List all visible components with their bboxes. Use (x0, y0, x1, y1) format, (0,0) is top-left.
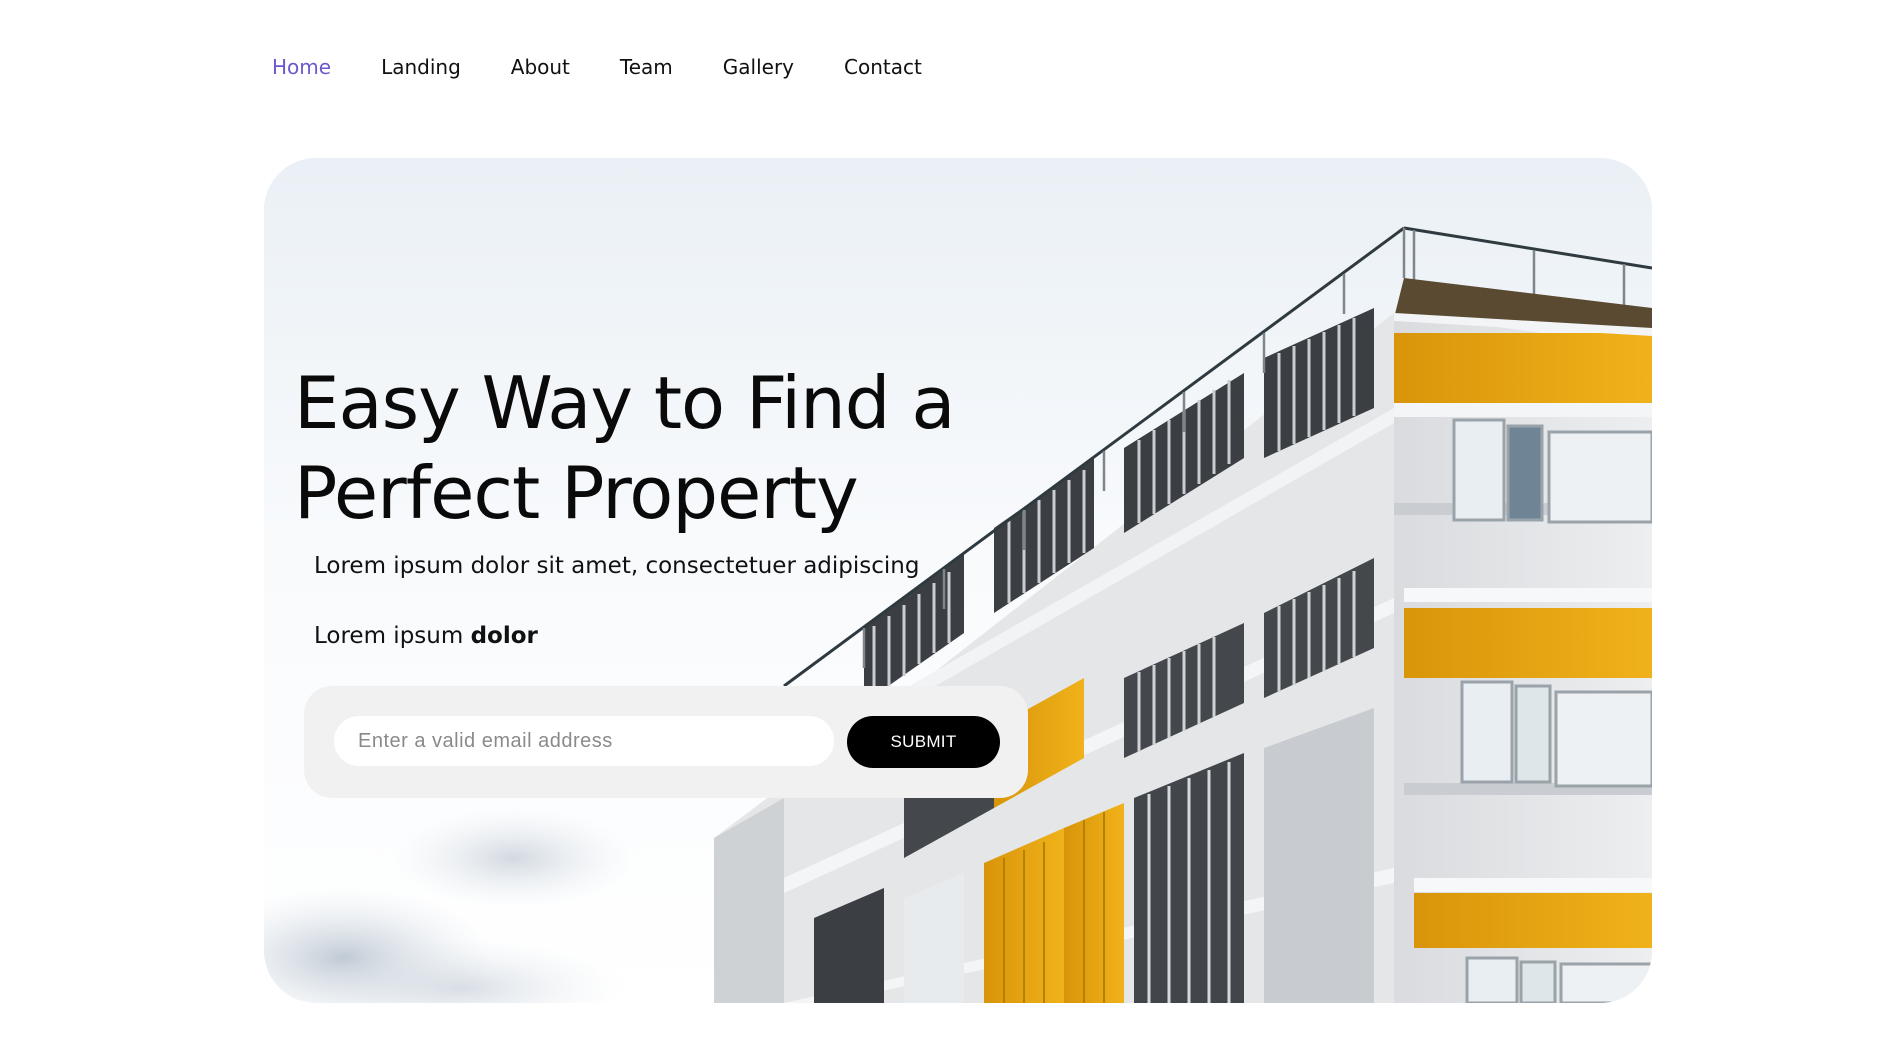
nav-about-link[interactable]: About (511, 50, 570, 84)
subscribe-form: SUBMIT (304, 686, 1028, 798)
hero-title-line-2: Perfect Property (294, 451, 859, 535)
nav-team-link[interactable]: Team (620, 50, 673, 84)
nav-landing-link[interactable]: Landing (381, 50, 461, 84)
hero-title-line-1: Easy Way to Find a (294, 361, 956, 445)
nav-home-link[interactable]: Home (272, 50, 331, 84)
hero-title: Easy Way to Find a Perfect Property (294, 358, 1054, 538)
hero-tagline-bold: dolor (470, 623, 538, 649)
submit-button[interactable]: SUBMIT (847, 716, 1000, 768)
hero-tagline-prefix: Lorem ipsum (314, 623, 471, 649)
hero-subtitle: Lorem ipsum dolor sit amet, consectetuer… (314, 553, 920, 579)
hero-tagline: Lorem ipsum dolor (314, 623, 538, 649)
hero-card: Easy Way to Find a Perfect Property Lore… (264, 158, 1652, 1003)
main-nav: Home Landing About Team Gallery Contact (272, 50, 972, 84)
building-photo (264, 158, 1652, 1003)
nav-gallery-link[interactable]: Gallery (723, 50, 794, 84)
email-input[interactable] (334, 716, 834, 766)
nav-contact-link[interactable]: Contact (844, 50, 922, 84)
